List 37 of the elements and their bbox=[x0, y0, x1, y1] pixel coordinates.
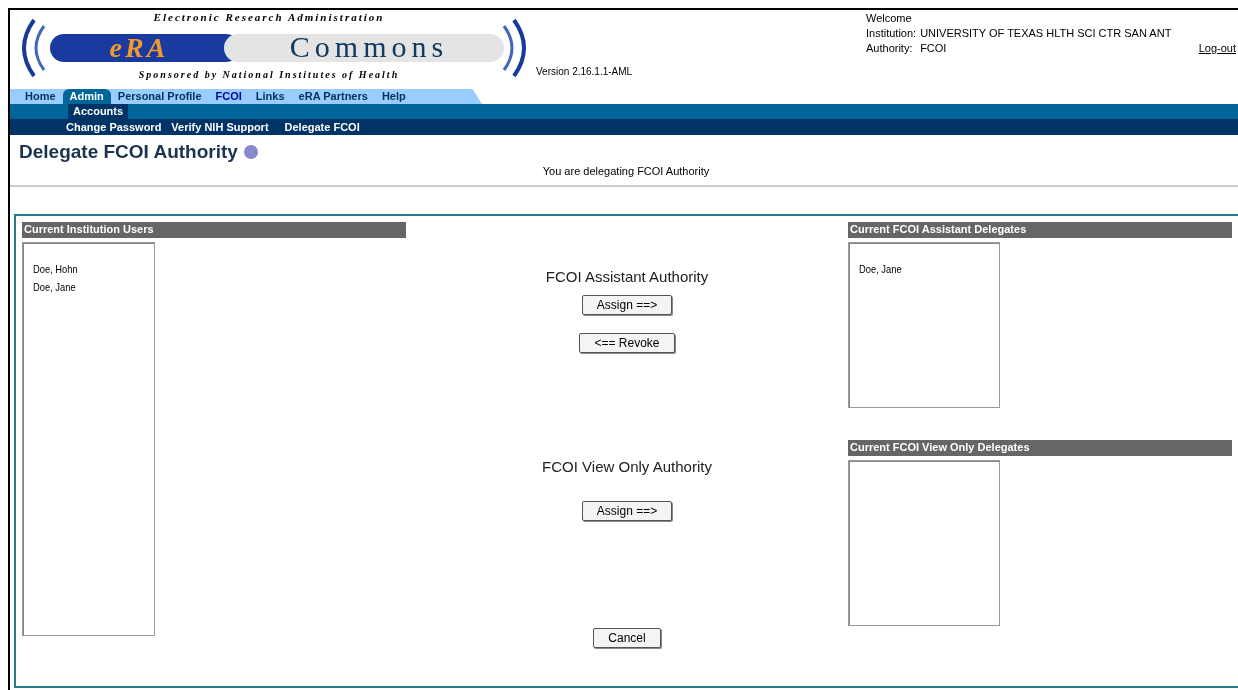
nav-tab[interactable]: Help bbox=[374, 89, 413, 104]
version-label: Version 2.16.1.1-AML bbox=[536, 66, 634, 79]
list-header: Current FCOI Assistant Delegates bbox=[848, 222, 1232, 238]
assign-button[interactable]: Assign ==> bbox=[581, 501, 673, 521]
delegates-list[interactable] bbox=[848, 460, 1000, 626]
cancel-button[interactable]: Cancel bbox=[593, 628, 661, 648]
logout-link[interactable]: Log-out bbox=[1198, 42, 1236, 54]
help-icon[interactable] bbox=[243, 145, 258, 159]
sub-nav-link[interactable]: Change Password bbox=[66, 121, 162, 133]
nav-tab[interactable]: Home bbox=[18, 89, 63, 104]
users-list[interactable]: Doe, Hohn Doe, Jane bbox=[22, 242, 155, 636]
list-item[interactable]: Doe, Jane bbox=[859, 263, 978, 275]
list-header: Current FCOI View Only Delegates bbox=[848, 440, 1232, 456]
welcome-label: Welcome bbox=[866, 12, 913, 24]
section-title: FCOI View Only Authority bbox=[542, 458, 712, 475]
list-item[interactable]: Doe, Hohn bbox=[33, 263, 136, 275]
list-header: Current Institution Users bbox=[22, 222, 406, 238]
nav-tab[interactable]: Admin bbox=[62, 89, 111, 104]
sub-nav-link[interactable]: Verify NIH Support bbox=[171, 121, 269, 133]
institution-label: Institution: bbox=[866, 27, 917, 39]
delegates-list[interactable]: Doe, Jane bbox=[848, 242, 1000, 408]
status-message: You are delegating FCOI Authority bbox=[542, 165, 710, 177]
institution-name: UNIVERSITY OF TEXAS HLTH SCI CTR SAN ANT bbox=[920, 27, 1173, 39]
list-item[interactable]: Doe, Jane bbox=[33, 281, 136, 293]
assign-button[interactable]: Assign ==> bbox=[581, 295, 673, 315]
nav-tab[interactable]: Links bbox=[248, 89, 292, 104]
authority-value: FCOI bbox=[920, 42, 948, 54]
sub-tab[interactable]: Accounts bbox=[68, 104, 129, 119]
sub-nav-link[interactable]: Delegate FCOI bbox=[284, 121, 360, 133]
authority-label: Authority: bbox=[866, 42, 914, 54]
nav-tab[interactable]: eRA Partners bbox=[291, 89, 375, 104]
section-title: FCOI Assistant Authority bbox=[545, 268, 709, 285]
revoke-button[interactable]: <== Revoke bbox=[579, 333, 675, 353]
page-title: Delegate FCOI Authority bbox=[19, 141, 238, 163]
nav-tab[interactable]: Personal Profile bbox=[110, 89, 209, 104]
nav-tab[interactable]: FCOI bbox=[208, 89, 249, 104]
era-commons-logo: Electronic Research Administration eRA Commons Sponsored by National Institutes of Health bbox=[14, 10, 534, 86]
